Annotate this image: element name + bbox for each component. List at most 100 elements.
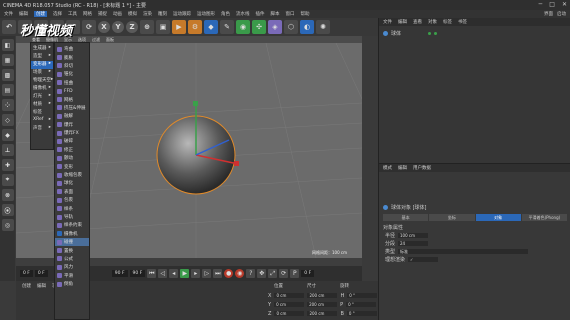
attr-menu-1[interactable]: 编辑 — [398, 165, 407, 171]
menu-9[interactable]: 渲染 — [143, 11, 152, 17]
deformer-menu-item[interactable]: 锥化 — [55, 70, 89, 78]
x-handle-cube[interactable] — [234, 161, 239, 166]
object-menu-3[interactable]: 对象 — [428, 19, 437, 25]
auto-key-icon[interactable]: ◉ — [235, 269, 245, 278]
menu-8[interactable]: 模拟 — [128, 11, 137, 17]
menu-17[interactable]: 窗口 — [286, 11, 295, 17]
render-dot-icon[interactable] — [434, 32, 438, 35]
property-value[interactable]: 24 — [398, 241, 429, 246]
keyframe-select-icon[interactable]: ? — [246, 269, 256, 278]
create-menu-item[interactable]: 变形器 ▸ — [31, 61, 53, 69]
snap-icon[interactable]: ⌖ — [1, 174, 14, 186]
deformer-menu-item[interactable]: 碰撞 — [55, 237, 89, 247]
pos-z[interactable]: 0 cm — [274, 311, 305, 316]
deformer-menu-item[interactable]: 扭曲 — [55, 79, 89, 87]
size-z[interactable]: 200 cm — [307, 311, 338, 316]
render-region-icon[interactable]: ▣ — [156, 20, 170, 34]
array-icon[interactable]: ✣ — [252, 20, 266, 34]
create-menu-item[interactable]: 标签 — [31, 109, 53, 117]
property-value[interactable]: 100 cm — [398, 233, 429, 238]
menu-15[interactable]: 插件 — [256, 11, 265, 17]
frame-right[interactable]: 0 F — [301, 270, 315, 277]
deformer-menu-item[interactable]: 修正 — [55, 146, 89, 154]
deformer-menu-item[interactable]: 变形 — [55, 162, 89, 170]
object-menu-4[interactable]: 标签 — [443, 19, 452, 25]
menu-3[interactable]: 选择 — [53, 11, 62, 17]
prev-key-icon[interactable]: ◁ — [158, 269, 168, 278]
object-name[interactable]: 球体 — [391, 30, 401, 37]
object-menu-0[interactable]: 文件 — [383, 19, 392, 25]
deformer-menu-item[interactable]: 摄像机 — [55, 230, 89, 238]
spline-pen-icon[interactable]: ✎ — [220, 20, 234, 34]
size-x[interactable]: 200 cm — [307, 293, 338, 298]
menu-18[interactable]: 帮助 — [301, 11, 310, 17]
menu-10[interactable]: 雕刻 — [158, 11, 167, 17]
visibility-dot-icon[interactable] — [428, 32, 432, 35]
x-axis-button[interactable]: X — [98, 21, 110, 33]
size-y[interactable]: 200 cm — [307, 302, 338, 307]
deformer-menu-item[interactable]: 弯曲 — [55, 45, 89, 53]
end-frame-2[interactable]: 90 F — [129, 270, 146, 277]
model-mode-icon[interactable]: ▦ — [1, 54, 14, 66]
deformer-menu-item[interactable]: 导轨 — [55, 213, 89, 221]
next-key-icon[interactable]: ▷ — [202, 269, 212, 278]
create-menu-item[interactable]: 灯光 ▸ — [31, 93, 53, 101]
create-menu-item[interactable]: 声音 ▸ — [31, 125, 53, 133]
deformer-menu-item[interactable]: 包裹 — [55, 196, 89, 204]
end-frame[interactable]: 90 F — [111, 270, 128, 277]
attr-menu-2[interactable]: 用户数据 — [413, 165, 431, 171]
cube-icon[interactable]: ◆ — [204, 20, 218, 34]
deformer-menu-item[interactable]: 挤压&伸展 — [55, 104, 89, 112]
deformer-menu-item[interactable]: 膨胀 — [55, 53, 89, 61]
object-menu-1[interactable]: 编辑 — [398, 19, 407, 25]
prev-frame-icon[interactable]: ◂ — [169, 269, 179, 278]
deformer-menu-item[interactable]: 公式 — [55, 255, 89, 263]
record-icon[interactable]: ● — [224, 269, 234, 278]
coord-system-icon[interactable]: ⊕ — [140, 20, 154, 34]
deformer-menu-item[interactable]: 置换 — [55, 246, 89, 254]
deformer-menu-item[interactable]: 破碎 — [55, 137, 89, 145]
pla-icon[interactable]: P — [290, 269, 300, 278]
paint-icon[interactable]: ◎ — [1, 219, 14, 231]
menu-12[interactable]: 运动图形 — [197, 11, 215, 17]
layout-select[interactable]: 启动 — [557, 11, 566, 17]
deformer-menu-item[interactable]: 颤动 — [55, 154, 89, 162]
key-rotate-icon[interactable]: ⟳ — [279, 269, 289, 278]
lock-icon[interactable]: ⊗ — [1, 189, 14, 201]
menu-1[interactable]: 编辑 — [19, 11, 28, 17]
deformer-menu-item[interactable]: FFD — [55, 87, 89, 95]
deformer-menu-item[interactable]: 斜切 — [55, 62, 89, 70]
create-menu-item[interactable]: XRef ▸ — [31, 117, 53, 125]
close-button[interactable]: ✕ — [562, 1, 567, 8]
make-editable-icon[interactable]: ◧ — [1, 39, 14, 51]
pos-x[interactable]: 0 cm — [274, 293, 305, 298]
deformer-menu-item[interactable]: 爆炸 — [55, 121, 89, 129]
attr-menu-0[interactable]: 模式 — [383, 165, 392, 171]
menu-11[interactable]: 运动跟踪 — [173, 11, 191, 17]
deformer-menu-item[interactable]: 样条 — [55, 204, 89, 212]
create-menu-item[interactable]: 生成器 ▸ — [31, 45, 53, 53]
z-axis-button[interactable]: Z — [126, 21, 138, 33]
object-row-sphere[interactable]: 球体 — [383, 30, 438, 37]
texture-mode-icon[interactable]: ▩ — [1, 69, 14, 81]
create-menu-item[interactable]: 场景 ▸ — [31, 69, 53, 77]
start-frame[interactable]: 0 F — [20, 270, 33, 277]
first-frame-icon[interactable]: ⏮ — [147, 269, 157, 278]
create-menu-item[interactable]: 摄像机 ▸ — [31, 85, 53, 93]
edges-mode-icon[interactable]: ◇ — [1, 114, 14, 126]
workplane-icon[interactable]: ▤ — [1, 84, 14, 96]
render-view-icon[interactable]: ▶ — [172, 20, 186, 34]
tweak-icon[interactable]: ✚ — [1, 159, 14, 171]
create-menu-item[interactable]: 物理天空 ▸ — [31, 77, 53, 85]
deformer-menu-item[interactable]: 平滑 — [55, 272, 89, 280]
key-move-icon[interactable]: ✥ — [257, 269, 267, 278]
deformer-icon[interactable]: ◈ — [268, 20, 282, 34]
menu-4[interactable]: 工具 — [68, 11, 77, 17]
attr-tab-1[interactable]: 坐标 — [429, 214, 475, 221]
deformer-menu-item[interactable]: 收缩包裹 — [55, 171, 89, 179]
attr-tab-3[interactable]: 平滑着色(Phong) — [521, 214, 567, 221]
rotate-icon[interactable]: ⟳ — [82, 20, 96, 34]
menu-5[interactable]: 网格 — [83, 11, 92, 17]
create-menu-item[interactable]: 造型 ▸ — [31, 53, 53, 61]
key-scale-icon[interactable]: ⤢ — [268, 269, 278, 278]
